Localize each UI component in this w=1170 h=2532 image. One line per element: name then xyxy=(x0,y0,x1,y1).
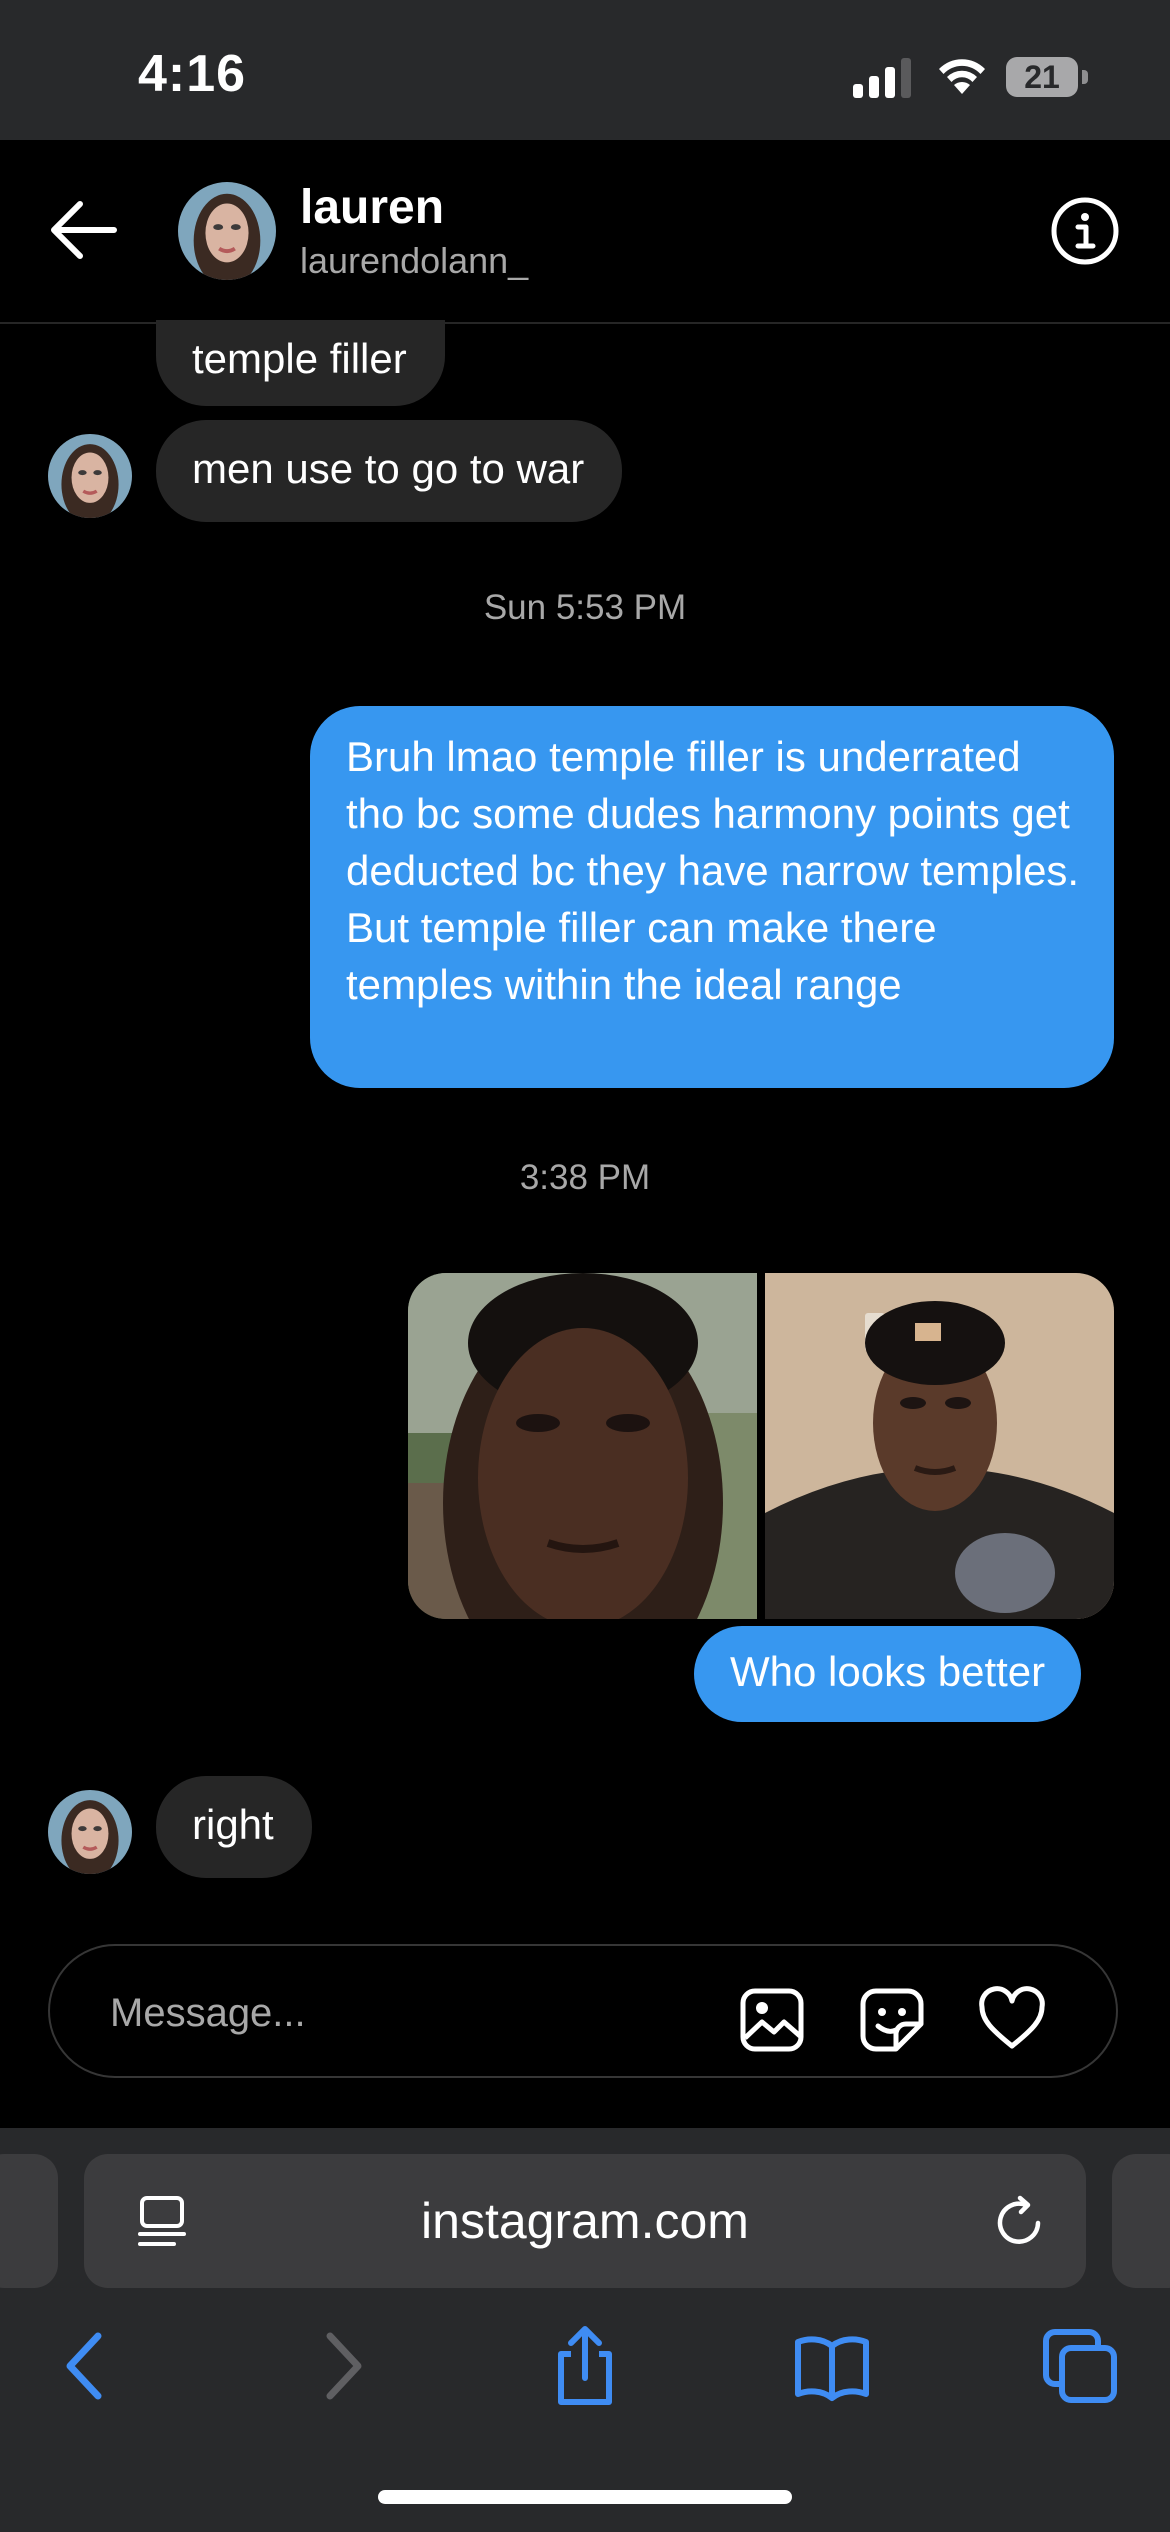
message-bubble-outgoing[interactable]: Who looks better xyxy=(694,1626,1082,1722)
message-bubble-outgoing[interactable]: Bruh lmao temple filler is underrated th… xyxy=(310,706,1114,1088)
image-icon[interactable] xyxy=(738,1986,806,2054)
shared-photo-right[interactable] xyxy=(765,1273,1114,1619)
message-input[interactable] xyxy=(108,1986,712,2040)
status-time: 4:16 xyxy=(138,45,247,103)
reload-icon[interactable] xyxy=(990,2194,1048,2252)
sender-avatar[interactable] xyxy=(48,1790,132,1874)
previous-tab-peek[interactable] xyxy=(0,2154,58,2288)
bookmarks-icon[interactable] xyxy=(792,2326,872,2406)
chat-user-handle: laurendolann_ xyxy=(300,240,529,281)
forward-icon[interactable] xyxy=(300,2326,380,2406)
message-timestamp: 3:38 PM xyxy=(519,1158,651,1197)
back-arrow-icon[interactable] xyxy=(48,196,120,264)
sender-avatar[interactable] xyxy=(48,434,132,518)
back-icon[interactable] xyxy=(48,2326,128,2406)
battery-icon: 21 xyxy=(1006,57,1090,97)
battery-level: 21 xyxy=(1024,58,1060,95)
heart-icon[interactable] xyxy=(978,1986,1046,2054)
address-bar[interactable]: instagram.com xyxy=(84,2154,1086,2288)
message-bubble-incoming[interactable]: temple filler xyxy=(156,320,445,406)
home-indicator[interactable] xyxy=(378,2490,792,2504)
chat-header xyxy=(0,140,1170,324)
sticker-icon[interactable] xyxy=(858,1986,926,2054)
message-composer xyxy=(48,1944,1118,2078)
message-timestamp: Sun 5:53 PM xyxy=(483,588,687,627)
chat-user-name[interactable]: lauren xyxy=(300,180,444,235)
info-icon[interactable] xyxy=(1050,196,1120,266)
message-bubble-incoming[interactable]: right xyxy=(156,1776,312,1878)
tabs-icon[interactable] xyxy=(1040,2326,1120,2406)
share-icon[interactable] xyxy=(545,2326,625,2406)
message-bubble-incoming[interactable]: men use to go to war xyxy=(156,420,623,522)
url-text: instagram.com xyxy=(421,2193,749,2249)
wifi-icon xyxy=(939,59,985,94)
shared-photo-left[interactable] xyxy=(408,1273,757,1619)
cellular-signal-icon xyxy=(853,58,911,98)
next-tab-peek[interactable] xyxy=(1112,2154,1170,2288)
shared-photos xyxy=(408,1273,1114,1619)
avatar[interactable] xyxy=(178,182,276,280)
